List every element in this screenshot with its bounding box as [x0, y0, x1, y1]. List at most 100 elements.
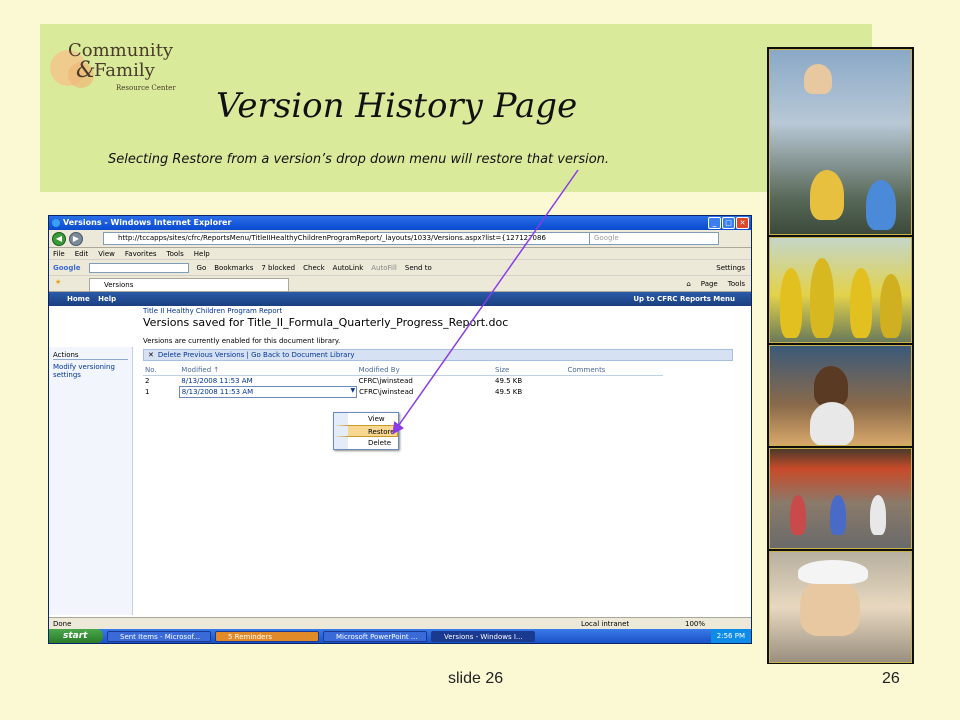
breadcrumb[interactable]: Title II Healthy Children Program Report: [143, 307, 739, 315]
header-panel: Community & Family Resource Center Versi…: [40, 24, 872, 192]
popup-blocked-button[interactable]: 7 blocked: [261, 260, 295, 276]
start-button[interactable]: start: [49, 629, 103, 643]
logo-text-sub: Resource Center: [116, 84, 176, 92]
taskbar-item-powerpoint[interactable]: Microsoft PowerPoint ...: [323, 630, 427, 642]
sort-arrow-icon: ↑: [213, 366, 220, 374]
table-row: 2 8/13/2008 11:53 AM CFRC\jwinstead 49.5…: [143, 376, 663, 387]
photo-kids-with-bikes: [769, 448, 912, 549]
tab-bar: ★ Versions ⌂ Page Tools: [49, 276, 751, 292]
autolink-button[interactable]: AutoLink: [333, 260, 364, 276]
status-bar: Done Local intranet 100%: [49, 617, 751, 629]
context-view[interactable]: View: [334, 413, 398, 425]
menu-bar: File Edit View Favorites Tools Help: [49, 248, 751, 260]
home-icon[interactable]: ⌂: [686, 278, 690, 290]
row-modified-link[interactable]: 8/13/2008 11:53 AM: [179, 376, 356, 387]
row-comments: [566, 387, 663, 398]
left-nav: Actions Modify versioning settings: [49, 347, 133, 615]
actions-heading: Actions: [53, 351, 128, 360]
maximize-button[interactable]: □: [722, 217, 735, 229]
version-context-menu: View Restore Delete: [333, 412, 399, 450]
logo-text-family: Family: [94, 60, 155, 81]
google-toolbar: Google Go Bookmarks 7 blocked Check Auto…: [49, 260, 751, 276]
context-restore[interactable]: Restore: [334, 425, 398, 437]
row-modified-by: CFRC\jwinstead: [359, 388, 414, 396]
topnav-home-link[interactable]: Home: [67, 295, 90, 303]
tab-versions[interactable]: Versions: [89, 278, 289, 291]
sharepoint-body: Actions Modify versioning settings Title…: [49, 305, 739, 615]
versions-toolbar: ✕ Delete Previous Versions | Go Back to D…: [143, 349, 733, 361]
footer-page-number: 26: [882, 670, 900, 687]
slide-subtitle: Selecting Restore from a version’s drop …: [108, 152, 610, 167]
footer-slide-label: slide 26: [448, 670, 504, 687]
autofill-button[interactable]: AutoFill: [371, 260, 397, 276]
menu-help[interactable]: Help: [194, 248, 210, 259]
menu-tools[interactable]: Tools: [167, 248, 184, 259]
dropdown-arrow-icon[interactable]: ▼: [351, 387, 356, 394]
versioning-note: Versions are currently enabled for this …: [143, 337, 341, 345]
bookmarks-button[interactable]: Bookmarks: [214, 260, 253, 276]
taskbar-item-sent-items[interactable]: Sent Items - Microsof...: [107, 630, 211, 642]
main-content: Title II Healthy Children Program Report…: [143, 307, 739, 398]
up-to-reports-link[interactable]: Up to CFRC Reports Menu: [633, 292, 735, 306]
taskbar-item-versions[interactable]: Versions - Windows I...: [431, 630, 535, 642]
modify-versioning-link[interactable]: Modify versioning settings: [53, 363, 128, 379]
taskbar: start Sent Items - Microsof... 5 Reminde…: [49, 629, 751, 643]
google-toolbar-input[interactable]: [88, 262, 189, 273]
context-delete[interactable]: Delete: [334, 437, 398, 449]
photo-boy-paper-hat: [769, 551, 912, 663]
delete-x-icon: ✕: [148, 351, 154, 359]
ie-icon: [52, 219, 60, 227]
tools-menu[interactable]: Tools: [728, 278, 745, 290]
row-size: 49.5 KB: [494, 377, 523, 386]
menu-edit[interactable]: Edit: [75, 248, 89, 259]
status-text: Done: [53, 620, 72, 628]
col-no[interactable]: No.: [143, 365, 180, 376]
col-modified-by[interactable]: Modified By: [356, 365, 493, 376]
go-button[interactable]: Go: [197, 260, 207, 276]
toolbar-separator: |: [246, 351, 249, 359]
sharepoint-topnav: Home Help Up to CFRC Reports Menu: [49, 292, 751, 306]
settings-button[interactable]: Settings: [716, 260, 745, 276]
ie-window-screenshot: Versions - Windows Internet Explorer _ □…: [48, 215, 752, 644]
row-comments: [566, 376, 663, 387]
menu-file[interactable]: File: [53, 248, 65, 259]
page-menu[interactable]: Page: [701, 278, 718, 290]
system-tray-clock: 2:56 PM: [710, 629, 751, 643]
page-heading: Versions saved for Title_II_Formula_Quar…: [143, 316, 509, 329]
go-back-library-link[interactable]: Go Back to Document Library: [251, 351, 354, 359]
window-titlebar: Versions - Windows Internet Explorer _ □…: [49, 216, 751, 230]
photo-strip: [767, 47, 914, 664]
row-modified-by: CFRC\jwinstead: [358, 377, 413, 386]
window-title: Versions - Windows Internet Explorer: [63, 218, 232, 227]
row-size: 49.5 KB: [494, 388, 523, 396]
forward-icon[interactable]: ▶: [69, 232, 83, 246]
slide-title: Version History Page: [216, 86, 578, 126]
google-toolbar-logo: Google: [53, 263, 81, 272]
menu-view[interactable]: View: [98, 248, 115, 259]
row-no: 1: [145, 388, 150, 396]
col-comments[interactable]: Comments: [565, 365, 663, 376]
back-icon[interactable]: ◀: [52, 232, 66, 246]
col-size[interactable]: Size: [492, 365, 566, 376]
address-input[interactable]: http://tccapps/sites/cfrc/ReportsMenu/Ti…: [103, 232, 593, 245]
logo-text-amp: &: [76, 58, 96, 83]
minimize-button[interactable]: _: [708, 217, 721, 229]
google-search-input[interactable]: Google: [589, 232, 719, 245]
col-modified[interactable]: Modified ↑: [179, 365, 357, 376]
community-family-logo: Community & Family Resource Center: [48, 32, 178, 102]
row-no: 2: [145, 377, 150, 386]
close-button[interactable]: ✕: [736, 217, 749, 229]
table-row: 1 8/13/2008 11:53 AM ▼ CFRC\jwinstead 49.…: [143, 386, 663, 398]
row-modified-dropdown[interactable]: 8/13/2008 11:53 AM ▼: [178, 386, 358, 398]
address-bar-row: ◀ ▶ http://tccapps/sites/cfrc/ReportsMen…: [49, 230, 751, 248]
versions-table: No. Modified ↑ Modified By Size Comments…: [143, 365, 663, 398]
photo-group-yellow-shirts: [769, 237, 912, 343]
taskbar-item-reminders[interactable]: 5 Reminders: [215, 630, 319, 642]
topnav-help-link[interactable]: Help: [98, 295, 116, 303]
favorites-star-icon[interactable]: ★: [55, 278, 61, 286]
sendto-button[interactable]: Send to: [405, 260, 432, 276]
delete-previous-versions-link[interactable]: Delete Previous Versions: [158, 351, 244, 359]
menu-favorites[interactable]: Favorites: [125, 248, 157, 259]
photo-child-on-swing: [769, 49, 912, 235]
check-button[interactable]: Check: [303, 260, 325, 276]
